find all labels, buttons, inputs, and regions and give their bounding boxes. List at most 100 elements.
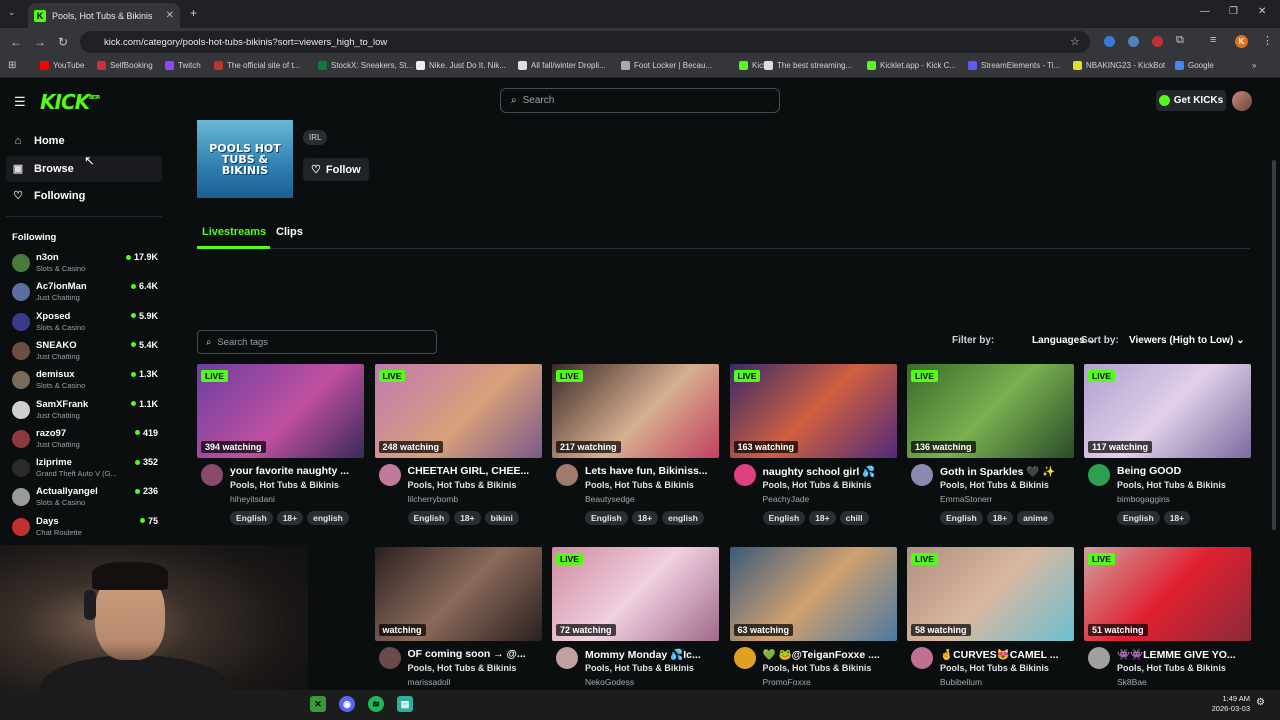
profile-icon[interactable]: K bbox=[1235, 35, 1248, 48]
discord-icon[interactable]: ◉ bbox=[339, 696, 355, 712]
stream-category[interactable]: Pools, Hot Tubs & Bikinis bbox=[1117, 480, 1226, 490]
tag-pill[interactable]: 18+ bbox=[454, 511, 481, 525]
tag-pill[interactable]: chill bbox=[839, 511, 869, 525]
following-item[interactable]: n3on Slots & Casino 17.9K bbox=[12, 252, 162, 278]
search-tags-input[interactable]: ⌕ Search tags bbox=[197, 330, 437, 354]
more-bookmarks-icon[interactable]: » bbox=[1252, 61, 1256, 70]
streamer-username[interactable]: Bubibellum bbox=[940, 677, 982, 687]
sidebar-item-home[interactable]: ⌂ Home bbox=[12, 135, 65, 147]
follow-button[interactable]: ♡ Follow bbox=[303, 158, 369, 181]
forward-icon[interactable]: → bbox=[34, 35, 46, 49]
streamer-username[interactable]: PromoFoxxe bbox=[763, 677, 811, 687]
tag-pill[interactable]: 18+ bbox=[276, 511, 304, 525]
search-input[interactable]: ⌕ Search bbox=[500, 88, 780, 113]
stream-title[interactable]: OF coming soon → @... bbox=[408, 648, 542, 660]
spotify-icon[interactable]: ≋ bbox=[368, 696, 384, 712]
tag-pill[interactable]: english bbox=[662, 511, 704, 525]
page-scrollbar[interactable] bbox=[1272, 160, 1276, 530]
following-item[interactable]: SamXFrank Just Chatting 1.1K bbox=[12, 399, 162, 425]
streamer-avatar[interactable] bbox=[378, 647, 401, 669]
stream-category[interactable]: Pools, Hot Tubs & Bikinis bbox=[408, 663, 517, 673]
following-item[interactable]: SNEAKO Just Chatting 5.4K bbox=[12, 340, 162, 366]
hamburger-menu-icon[interactable]: ☰ bbox=[14, 94, 26, 110]
bookmark-item[interactable]: StreamElements - Ti... bbox=[968, 61, 1060, 70]
stream-card[interactable]: LIVE 136 watching Goth in Sparkles 🖤 ✨ Pool… bbox=[907, 364, 1074, 534]
extension-icon[interactable] bbox=[1128, 36, 1139, 47]
extensions-puzzle-icon[interactable]: ⧉ bbox=[1176, 34, 1184, 47]
streamer-username[interactable]: PeachyJade bbox=[763, 494, 810, 504]
stream-card[interactable]: LIVE 248 watching CHEETAH GIRL, CHEE... Poo… bbox=[374, 364, 542, 534]
following-item[interactable]: Ac7ionMan Just Chatting 6.4K bbox=[12, 281, 162, 307]
streamer-username[interactable]: Beautysedge bbox=[585, 494, 635, 504]
stream-thumbnail[interactable]: watching bbox=[374, 547, 542, 641]
bookmark-item[interactable]: Google bbox=[1175, 61, 1214, 70]
stream-title[interactable]: Goth in Sparkles 🖤 ✨ bbox=[940, 465, 1074, 478]
reload-icon[interactable]: ↻ bbox=[58, 35, 68, 49]
kick-logo[interactable]: KICKBETA bbox=[40, 90, 100, 114]
category-tag-irl[interactable]: IRL bbox=[303, 130, 328, 145]
stream-category[interactable]: Pools, Hot Tubs & Bikinis bbox=[940, 663, 1049, 673]
apps-grid-icon[interactable]: ⊞ bbox=[8, 60, 16, 71]
streamer-username[interactable]: NekoGodess bbox=[585, 677, 634, 687]
bookmark-item[interactable]: SelfBooking bbox=[97, 61, 153, 70]
tag-pill[interactable]: English bbox=[230, 511, 273, 525]
stream-thumbnail[interactable]: LIVE 136 watching bbox=[907, 364, 1074, 458]
new-tab-icon[interactable]: + bbox=[190, 6, 197, 20]
stream-title[interactable]: 🤞CURVES😻CAMEL ... bbox=[940, 648, 1074, 661]
stream-title[interactable]: 👾👾LEMME GIVE YO... bbox=[1117, 648, 1251, 661]
streamer-avatar[interactable] bbox=[911, 464, 933, 486]
stream-thumbnail[interactable]: LIVE 58 watching bbox=[907, 547, 1074, 641]
close-tab-icon[interactable]: ✕ bbox=[166, 10, 174, 21]
get-kicks-button[interactable]: Get KICKs bbox=[1156, 90, 1226, 111]
tag-pill[interactable]: English bbox=[940, 511, 983, 525]
stream-title[interactable]: naughty school girl 💦 bbox=[763, 465, 897, 478]
streamer-avatar[interactable] bbox=[556, 647, 578, 669]
stream-thumbnail[interactable]: LIVE 163 watching bbox=[729, 364, 897, 458]
streamer-avatar[interactable] bbox=[201, 464, 223, 486]
stream-title[interactable]: 💚 🐸@TeiganFoxxe .... bbox=[763, 648, 897, 661]
stream-card[interactable]: LIVE 394 watching your favorite naughty ..… bbox=[197, 364, 364, 534]
stream-thumbnail[interactable]: LIVE 394 watching bbox=[197, 364, 364, 458]
streamer-avatar[interactable] bbox=[556, 464, 578, 486]
tag-pill[interactable]: English bbox=[1117, 511, 1160, 525]
stream-category[interactable]: Pools, Hot Tubs & Bikinis bbox=[408, 480, 517, 490]
xbox-icon[interactable]: ✕ bbox=[310, 696, 326, 712]
tag-pill[interactable]: English bbox=[762, 511, 806, 525]
streamer-avatar[interactable] bbox=[733, 464, 756, 486]
stream-title[interactable]: Lets have fun, Bikiniss... bbox=[585, 465, 719, 477]
tag-pill[interactable]: 18+ bbox=[809, 511, 836, 525]
following-item[interactable]: Days Chat Roulette 75 bbox=[12, 516, 162, 542]
stream-thumbnail[interactable]: LIVE 72 watching bbox=[552, 547, 719, 641]
browser-menu-icon[interactable]: ⋮ bbox=[1262, 34, 1273, 47]
following-item[interactable]: Iziprime Grand Theft Auto V (G... 352 bbox=[12, 457, 162, 483]
tag-pill[interactable]: english bbox=[307, 511, 349, 525]
tag-pill[interactable]: 18+ bbox=[986, 511, 1014, 525]
stream-thumbnail[interactable]: 63 watching bbox=[729, 547, 897, 641]
media-icon[interactable]: ≡ bbox=[1210, 34, 1216, 46]
tag-pill[interactable]: English bbox=[407, 511, 451, 525]
notification-icon[interactable]: ⚙ bbox=[1256, 697, 1265, 708]
following-item[interactable]: demisux Slots & Casino 1.3K bbox=[12, 369, 162, 395]
bookmark-item[interactable]: The best streaming... bbox=[764, 61, 852, 70]
bookmark-item[interactable]: Nike. Just Do It. Nik... bbox=[416, 61, 506, 70]
back-icon[interactable]: ← bbox=[10, 35, 22, 49]
stream-category[interactable]: Pools, Hot Tubs & Bikinis bbox=[763, 480, 872, 490]
stream-title[interactable]: Mommy Monday 💦Ic... bbox=[585, 648, 719, 661]
stream-category[interactable]: Pools, Hot Tubs & Bikinis bbox=[230, 480, 339, 490]
bookmark-item[interactable]: Kicklet.app - Kick C... bbox=[867, 61, 956, 70]
bookmark-item[interactable]: YouTube bbox=[40, 61, 84, 70]
browser-tab-active[interactable]: K Pools, Hot Tubs & Bikinis St ✕ bbox=[28, 3, 180, 28]
extension-icon[interactable] bbox=[1104, 36, 1115, 47]
stream-category[interactable]: Pools, Hot Tubs & Bikinis bbox=[1117, 663, 1226, 673]
streamer-username[interactable]: lilcherrybomb bbox=[408, 494, 459, 504]
stream-category[interactable]: Pools, Hot Tubs & Bikinis bbox=[940, 480, 1049, 490]
sidebar-item-browse[interactable]: ▣ Browse bbox=[12, 162, 74, 176]
tag-pill[interactable]: English bbox=[585, 511, 628, 525]
bookmark-item[interactable]: Foot Locker | Becau... bbox=[621, 61, 712, 70]
bookmark-item[interactable]: Twitch bbox=[165, 61, 201, 70]
tag-pill[interactable]: 18+ bbox=[631, 511, 659, 525]
stream-thumbnail[interactable]: LIVE 248 watching bbox=[374, 364, 542, 458]
bookmark-star-icon[interactable]: ☆ bbox=[1070, 35, 1080, 48]
streamer-username[interactable]: marissadoll bbox=[408, 677, 451, 687]
address-bar[interactable]: kick.com/category/pools-hot-tubs-bikinis… bbox=[80, 31, 1090, 53]
